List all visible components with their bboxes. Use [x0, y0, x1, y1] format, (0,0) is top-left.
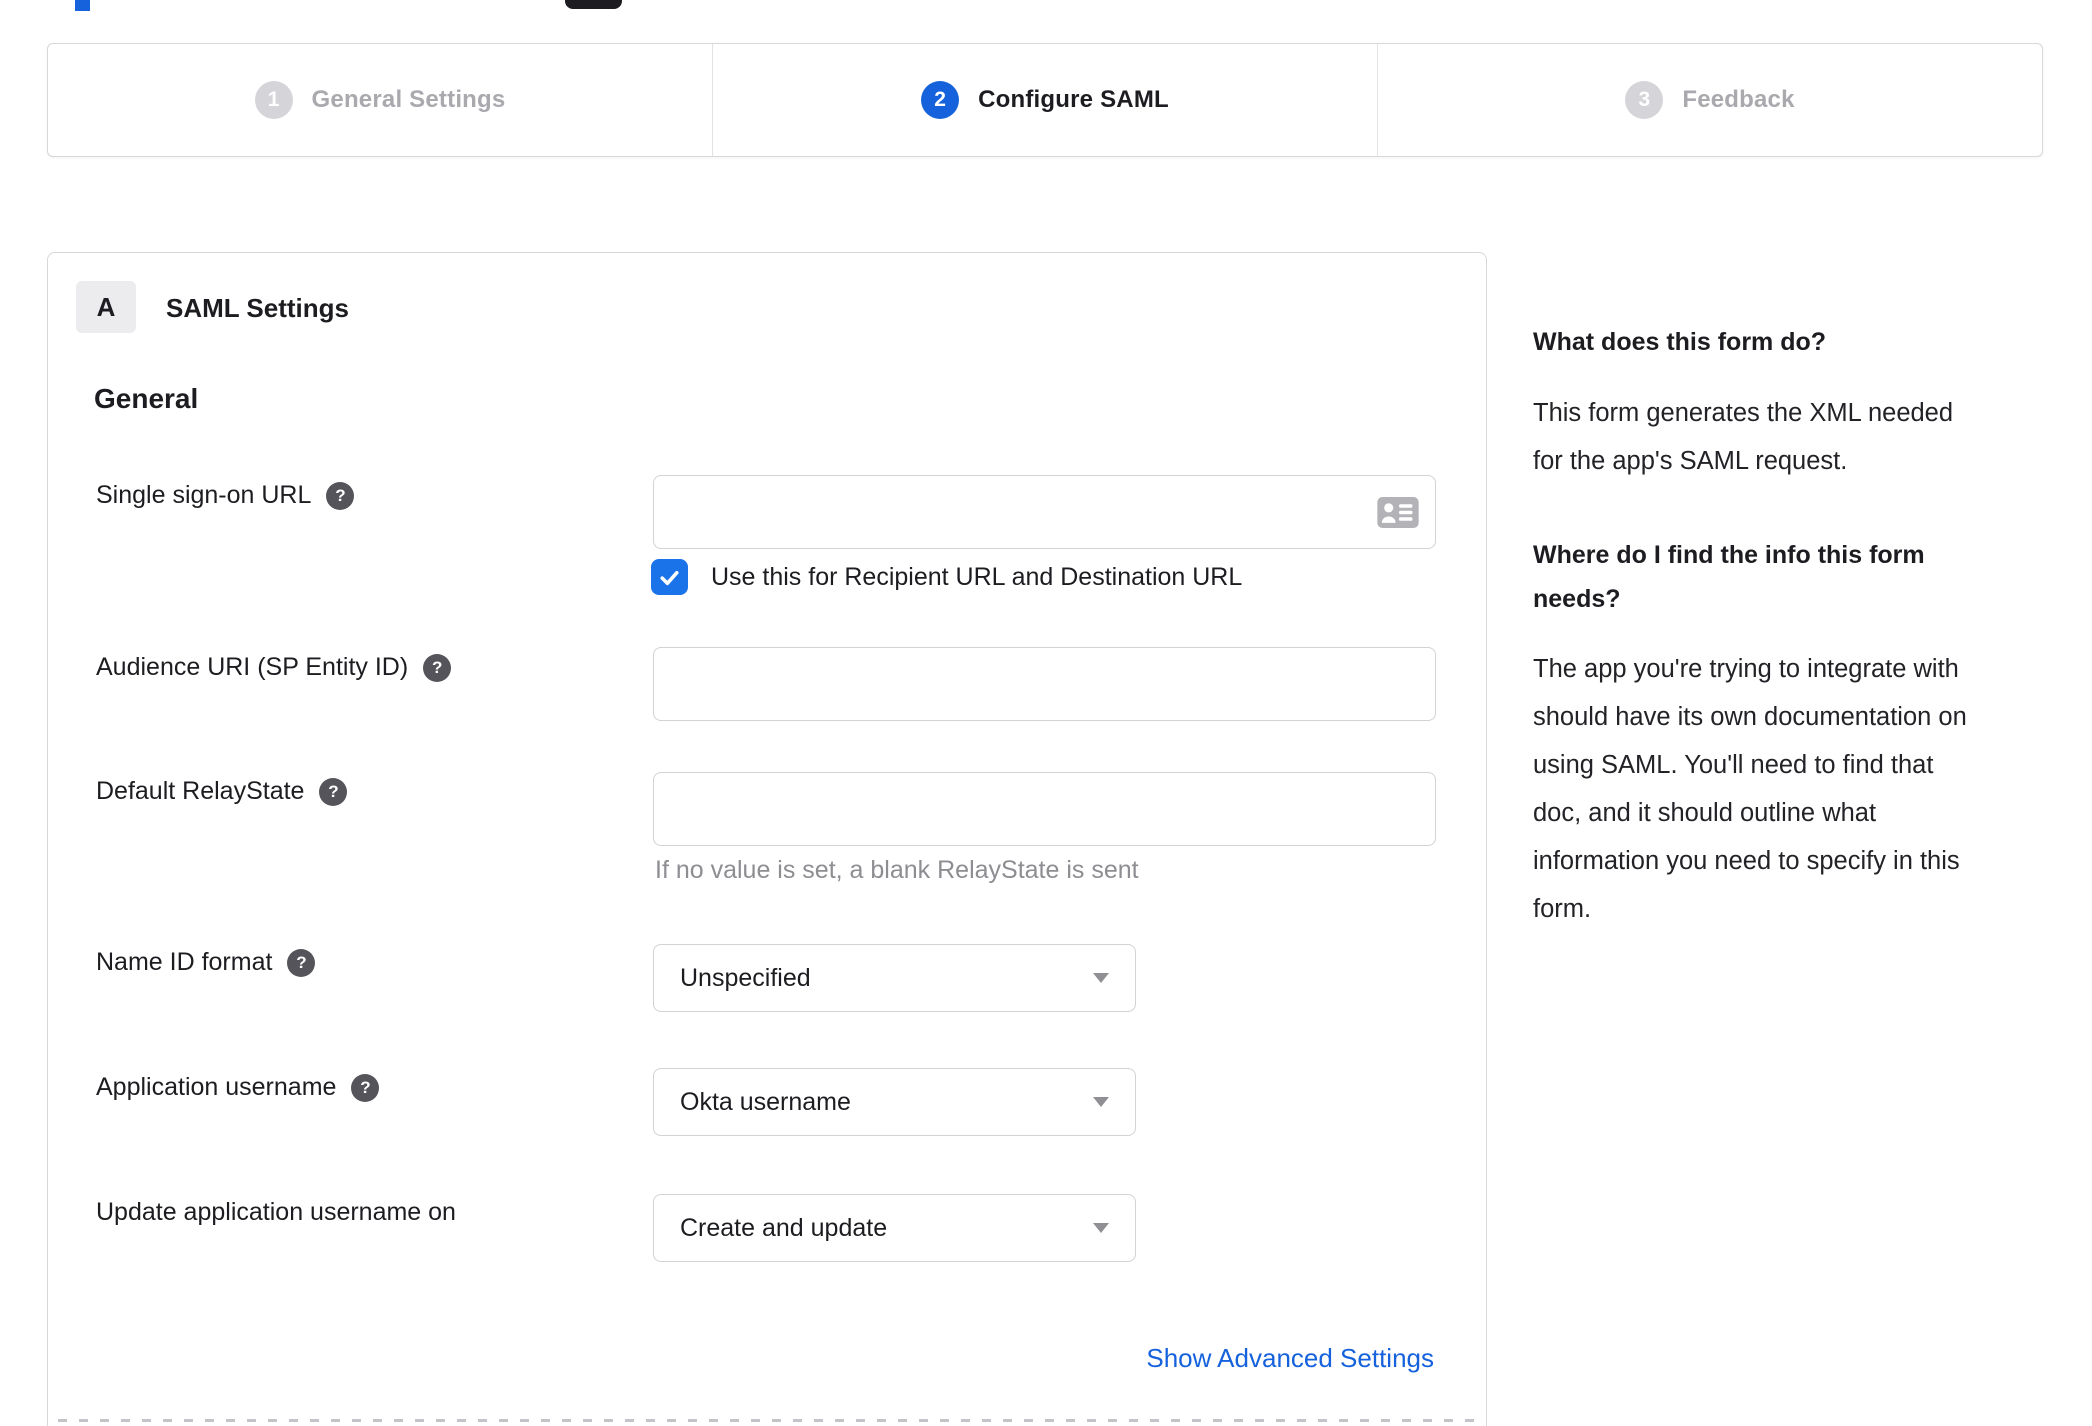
chevron-down-icon: [1093, 1223, 1109, 1233]
step-2-label: Configure SAML: [978, 86, 1169, 113]
step-3-label: Feedback: [1682, 86, 1795, 113]
name-id-format-label-text: Name ID format: [96, 948, 273, 976]
wizard-stepper: 1 General Settings 2 Configure SAML 3 Fe…: [47, 43, 2043, 157]
chevron-down-icon: [1093, 973, 1109, 983]
name-id-format-label: Name ID format ?: [96, 948, 316, 977]
step-general-settings[interactable]: 1 General Settings: [48, 44, 713, 156]
sso-url-label-text: Single sign-on URL: [96, 481, 312, 509]
step-2-number-badge: 2: [921, 81, 960, 119]
show-advanced-settings-link[interactable]: Show Advanced Settings: [1146, 1343, 1434, 1374]
audience-uri-help-icon[interactable]: ?: [423, 653, 452, 682]
name-id-format-select[interactable]: Unspecified: [653, 944, 1136, 1012]
relay-state-label-text: Default RelayState: [96, 777, 305, 805]
application-username-value: Okta username: [680, 1087, 851, 1116]
audience-uri-input[interactable]: [653, 647, 1436, 721]
sso-url-label: Single sign-on URL ?: [96, 481, 355, 510]
step-1-label: General Settings: [311, 86, 506, 113]
dashed-section-divider: [58, 1419, 1476, 1422]
contact-card-autofill-icon[interactable]: [1376, 497, 1420, 528]
clipped-heading-fragment: [565, 0, 622, 9]
step-3-number-badge: 3: [1625, 81, 1664, 119]
help-body-where: The app you're trying to integrate with …: [1533, 655, 1967, 923]
sso-url-input[interactable]: [653, 475, 1436, 549]
update-username-label: Update application username on: [96, 1198, 456, 1227]
chevron-down-icon: [1093, 1097, 1109, 1107]
saml-configuration-page: 1 General Settings 2 Configure SAML 3 Fe…: [0, 0, 2092, 1426]
audience-uri-input-wrap: [653, 647, 1436, 721]
help-sidebar: What does this form do? This form genera…: [1533, 326, 2078, 933]
step-1-number-badge: 1: [254, 81, 293, 119]
relay-state-input-wrap: [653, 772, 1436, 846]
application-username-help-icon[interactable]: ?: [351, 1073, 380, 1102]
step-feedback: 3 Feedback: [1378, 44, 2042, 156]
relay-state-label: Default RelayState ?: [96, 777, 348, 806]
update-username-select[interactable]: Create and update: [653, 1194, 1136, 1262]
panel-title: SAML Settings: [166, 293, 349, 323]
relay-state-input[interactable]: [653, 772, 1436, 846]
audience-uri-label-text: Audience URI (SP Entity ID): [96, 653, 409, 681]
help-heading-where: Where do I find the info this form needs…: [1533, 541, 1925, 613]
application-username-label: Application username ?: [96, 1073, 380, 1102]
saml-settings-panel: A SAML Settings General Single sign-on U…: [47, 252, 1487, 1426]
update-username-label-text: Update application username on: [96, 1198, 456, 1226]
application-username-label-text: Application username: [96, 1073, 337, 1101]
audience-uri-label: Audience URI (SP Entity ID) ?: [96, 653, 452, 682]
group-title-general: General: [94, 383, 199, 414]
clipped-blue-tab-fragment: [75, 0, 90, 11]
help-body-what: This form generates the XML needed for t…: [1533, 399, 1954, 475]
relay-state-help-icon[interactable]: ?: [319, 777, 348, 806]
update-username-value: Create and update: [680, 1213, 888, 1242]
name-id-format-help-icon[interactable]: ?: [287, 948, 316, 977]
sso-url-help-icon[interactable]: ?: [326, 481, 355, 510]
sso-url-input-wrap: [653, 475, 1436, 549]
name-id-format-value: Unspecified: [680, 963, 811, 992]
relay-state-helper-text: If no value is set, a blank RelayState i…: [655, 856, 1139, 884]
use-for-recipient-checkbox-label[interactable]: Use this for Recipient URL and Destinati…: [711, 563, 1242, 592]
step-configure-saml[interactable]: 2 Configure SAML: [713, 44, 1378, 156]
checkmark-icon: [660, 570, 679, 585]
use-for-recipient-checkbox[interactable]: [651, 559, 688, 595]
application-username-select[interactable]: Okta username: [653, 1068, 1136, 1136]
section-a-badge: A: [76, 281, 136, 333]
help-heading-what: What does this form do?: [1533, 328, 1827, 356]
